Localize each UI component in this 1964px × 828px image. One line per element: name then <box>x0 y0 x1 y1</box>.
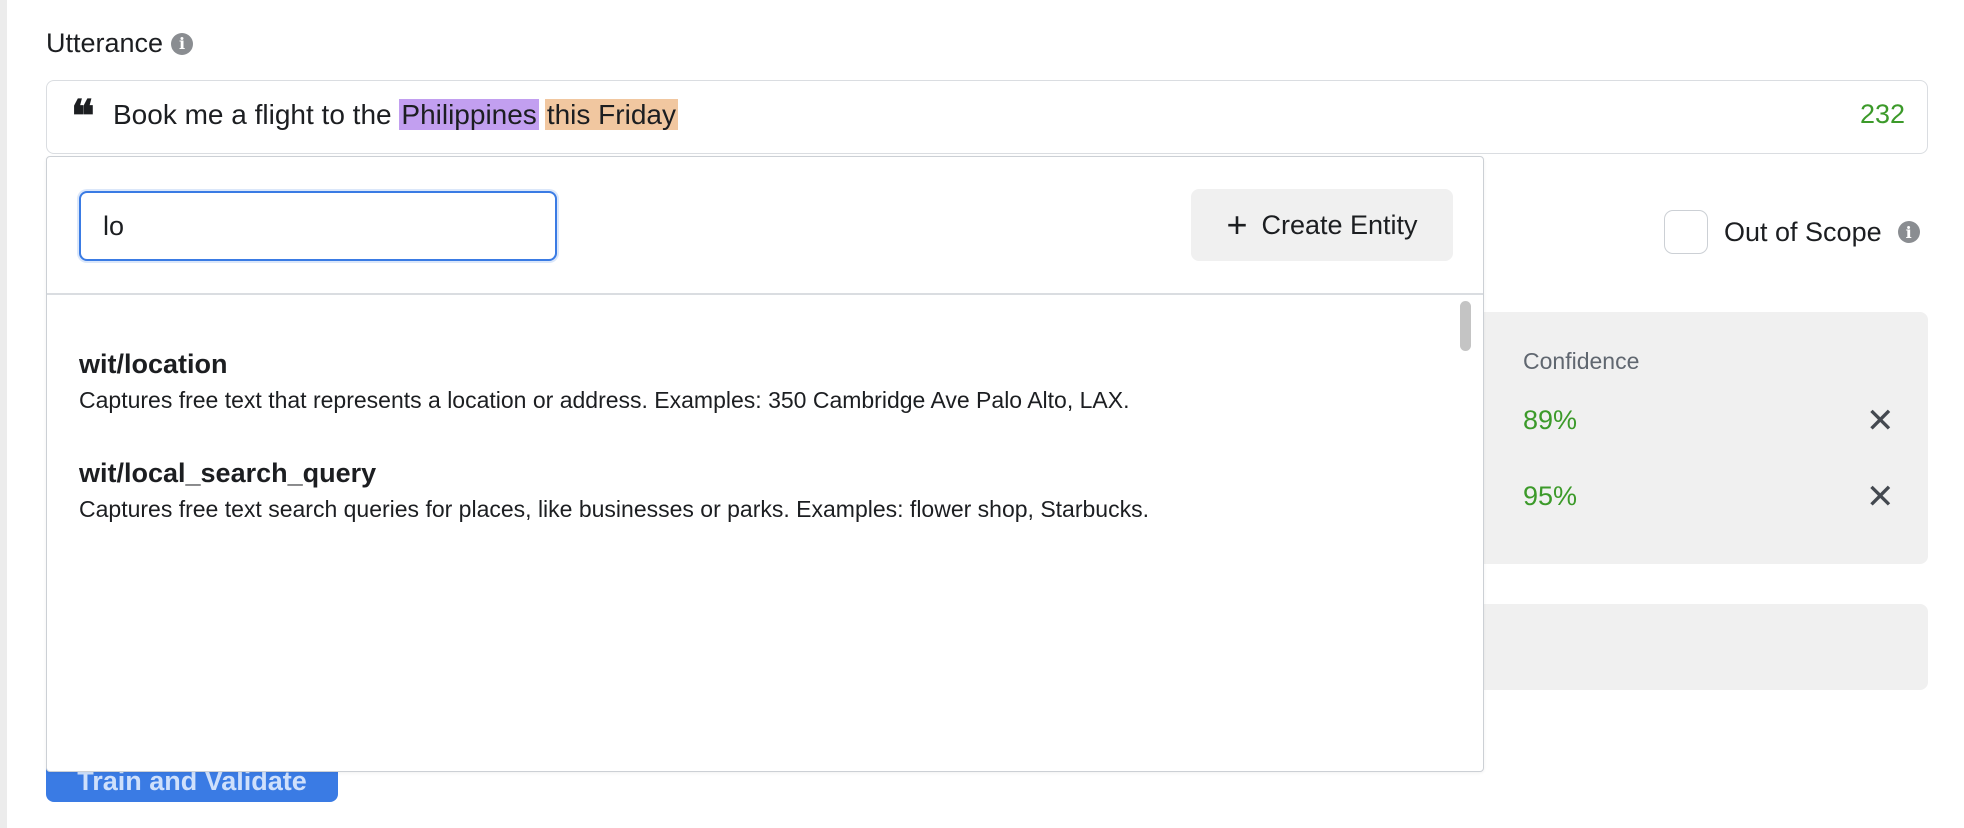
entity-search-field[interactable] <box>79 191 557 261</box>
utterance-label: Utterance i <box>46 28 194 59</box>
confidence-value: 95% <box>1523 481 1578 511</box>
dropdown-divider <box>47 293 1483 295</box>
entity-option-name: wit/location <box>79 349 228 379</box>
scrollbar-thumb[interactable] <box>1460 301 1471 351</box>
entity-highlight-location[interactable]: Philippines <box>399 99 539 130</box>
create-entity-label: Create Entity <box>1261 209 1418 240</box>
entity-dropdown: + Create Entity wit/location Captures fr… <box>46 156 1484 772</box>
plus-icon: + <box>1226 204 1248 245</box>
info-icon[interactable]: i <box>1897 221 1920 243</box>
left-rule <box>0 0 7 828</box>
entity-option-description: Captures free text that represents a loc… <box>79 387 1130 413</box>
entity-option[interactable]: wit/local_search_query Captures free tex… <box>79 456 1419 526</box>
out-of-scope-checkbox[interactable] <box>1664 210 1708 254</box>
info-icon[interactable]: i <box>171 32 194 55</box>
out-of-scope: Out of Scope i <box>1664 210 1920 254</box>
confidence-header: Confidence <box>1523 348 1640 374</box>
utterance-label-text: Utterance <box>46 28 164 58</box>
entity-highlight-datetime[interactable]: this Friday <box>544 99 678 130</box>
utterance-plain-text: Book me a flight to the <box>113 99 400 130</box>
close-icon[interactable]: ✕ <box>1866 480 1895 514</box>
entity-search-input[interactable] <box>81 193 555 259</box>
entity-option[interactable]: wit/location Captures free text that rep… <box>79 347 1419 417</box>
dropdown-scrollbar[interactable] <box>1459 299 1473 759</box>
entity-option-description: Captures free text search queries for pl… <box>79 496 1149 522</box>
create-entity-button[interactable]: + Create Entity <box>1191 189 1453 261</box>
entity-option-name: wit/local_search_query <box>79 458 377 488</box>
utterance-input[interactable]: ❝ Book me a flight to the Philippines thi… <box>46 80 1928 154</box>
quote-icon: ❝ <box>71 91 95 142</box>
utterance-text[interactable]: Book me a flight to the Philippines this … <box>113 95 678 135</box>
utterance-count: 232 <box>1859 99 1905 129</box>
confidence-value: 89% <box>1523 405 1578 435</box>
close-icon[interactable]: ✕ <box>1866 404 1895 438</box>
out-of-scope-label: Out of Scope <box>1724 216 1882 247</box>
